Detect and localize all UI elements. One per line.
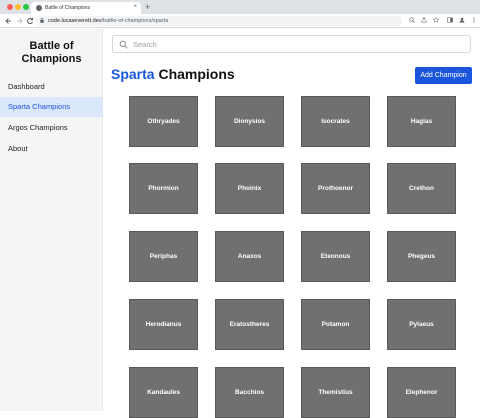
champion-card[interactable]: Herodianus xyxy=(129,299,198,350)
champion-card[interactable]: Isocrates xyxy=(301,96,370,147)
champion-card[interactable]: Bacchios xyxy=(215,367,284,418)
champion-card[interactable]: Potamon xyxy=(301,299,370,350)
champion-card[interactable]: Eratostheres xyxy=(215,299,284,350)
champion-card[interactable]: Eteonous xyxy=(301,231,370,282)
champion-card[interactable]: Dionysios xyxy=(215,96,284,147)
champion-card[interactable]: Phormion xyxy=(129,163,198,214)
champion-card[interactable]: Prothoenor xyxy=(301,163,370,214)
champion-card[interactable]: Periphas xyxy=(129,231,198,282)
champion-card[interactable]: Phoinix xyxy=(215,163,284,214)
champion-card[interactable]: Phegeus xyxy=(387,231,456,282)
champion-card[interactable]: Elephenor xyxy=(387,367,456,418)
champion-grid: Othryades Dionysios Isocrates Hagias Phormio… xyxy=(0,0,480,418)
champion-card[interactable]: Pylaeus xyxy=(387,299,456,350)
champion-card[interactable]: Themistius xyxy=(301,367,370,418)
champion-card[interactable]: Othryades xyxy=(129,96,198,147)
champion-card[interactable]: Crethon xyxy=(387,163,456,214)
champion-card[interactable]: Kandaules xyxy=(129,367,198,418)
champion-card[interactable]: Anaxos xyxy=(215,231,284,282)
champion-card[interactable]: Hagias xyxy=(387,96,456,147)
